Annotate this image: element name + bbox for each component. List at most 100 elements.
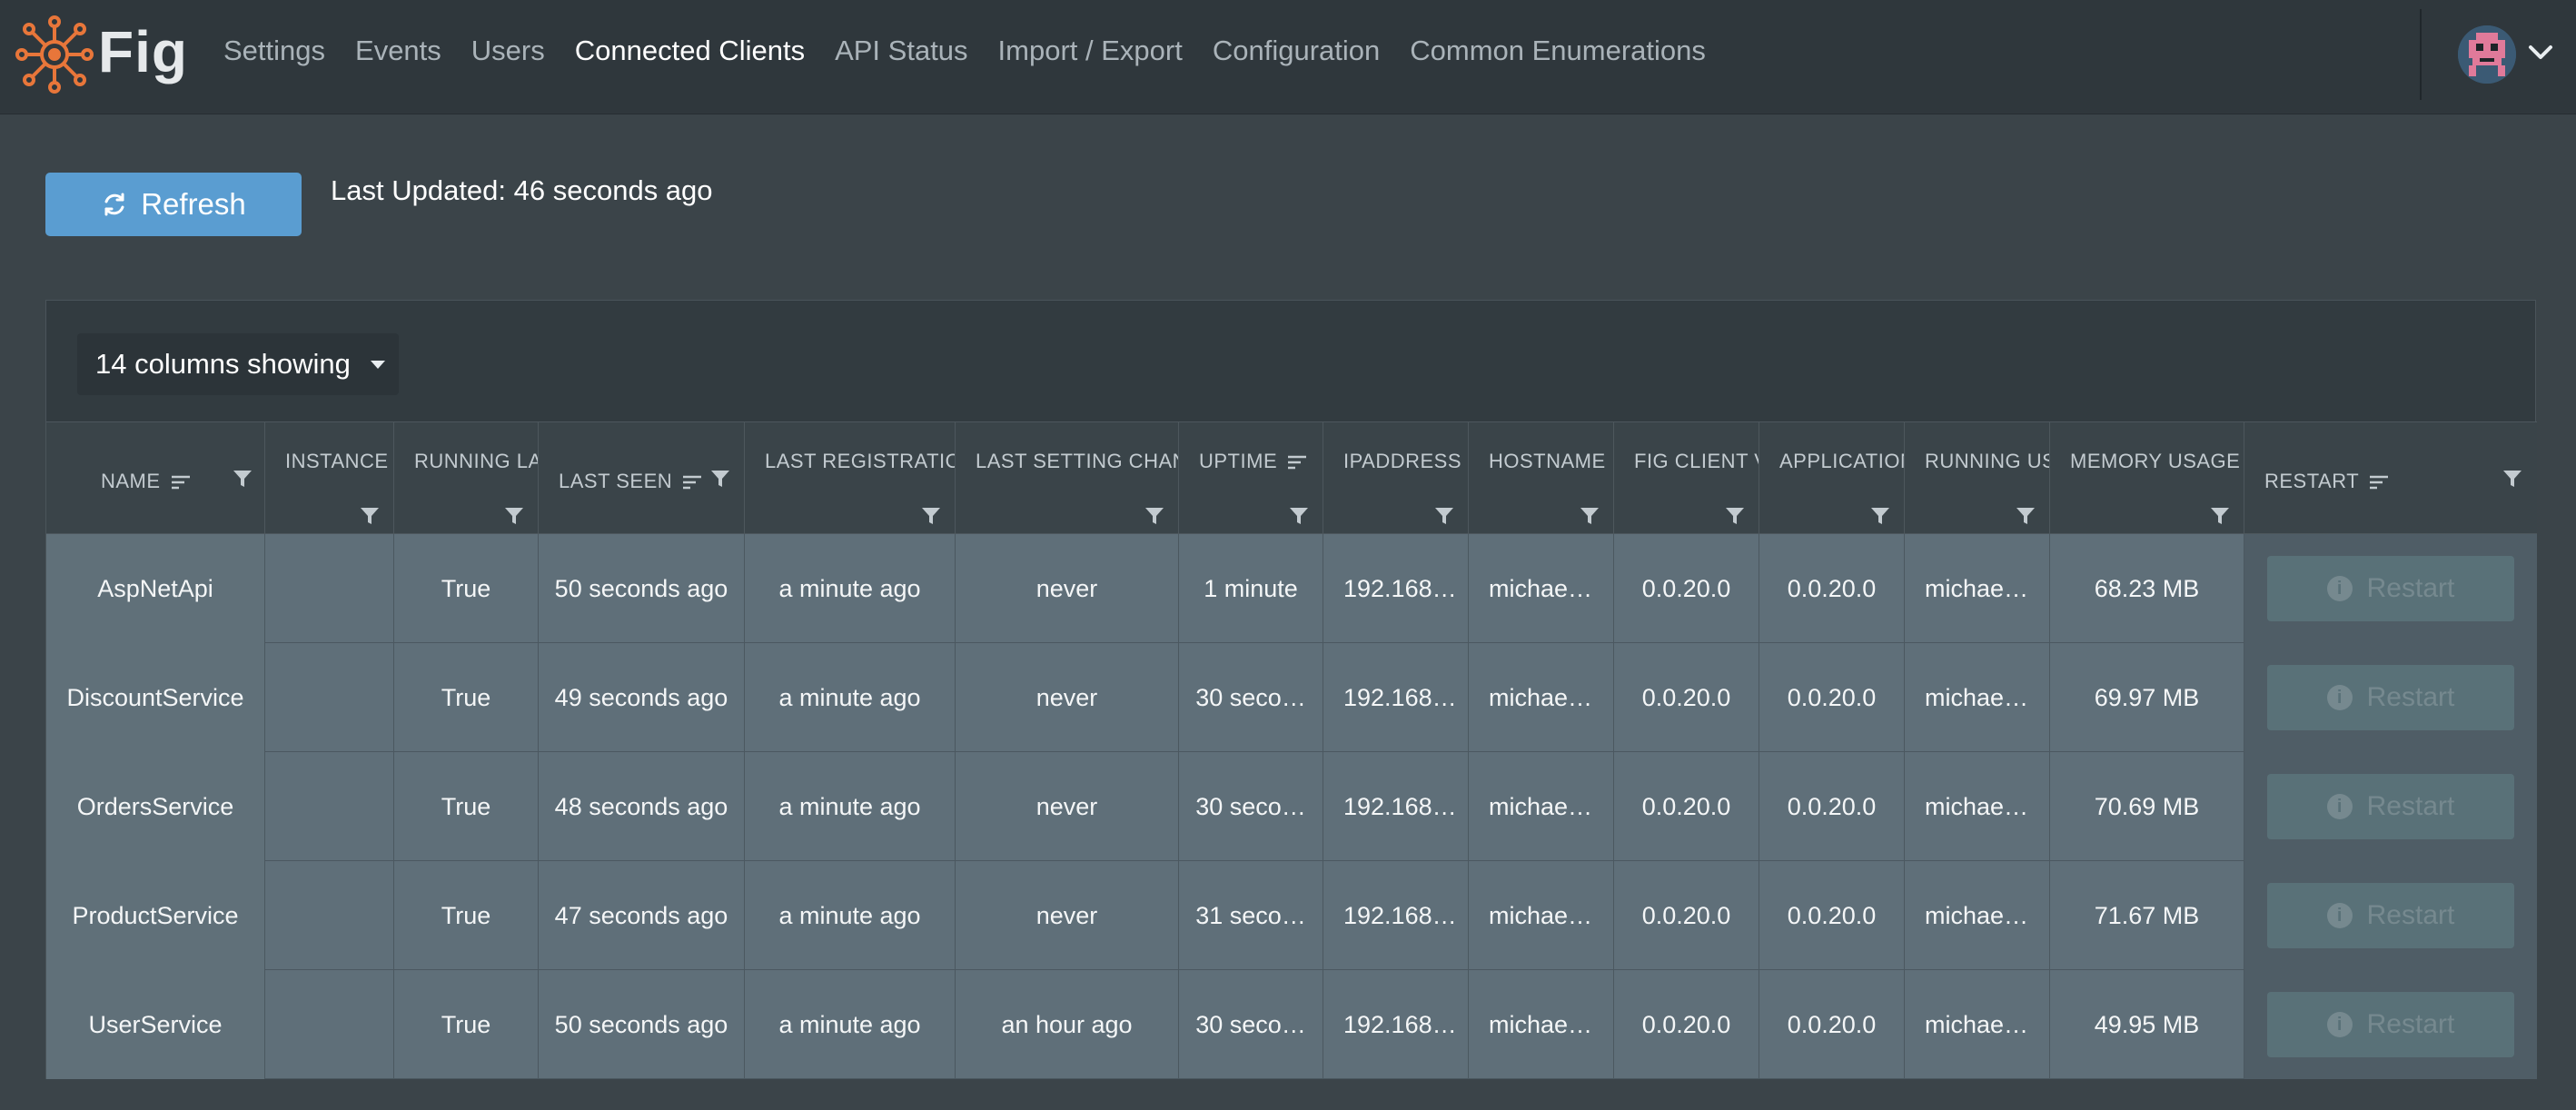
column-header-label: Running Lat [414, 450, 538, 473]
refresh-icon [104, 193, 124, 216]
cell-last-registration: a minute ago [745, 970, 956, 1079]
table-row[interactable]: DiscountService True 49 seconds ago a minut… [46, 643, 2537, 752]
nav-users[interactable]: Users [471, 35, 545, 67]
column-header-running-latest[interactable]: Running Lat [394, 422, 539, 535]
user-avatar[interactable] [2458, 25, 2516, 84]
column-header-last-registration[interactable]: Last Registration [745, 422, 956, 535]
filter-icon[interactable] [1434, 506, 1454, 526]
restart-button-label: Restart [2366, 573, 2455, 603]
cell-running-latest: True [394, 861, 539, 970]
filter-icon[interactable] [1580, 506, 1600, 526]
cell-last-setting-change: never [956, 643, 1179, 752]
filter-icon[interactable] [1144, 506, 1164, 526]
cell-restart: i Restart [2244, 752, 2537, 861]
column-header-instance[interactable]: Instance [265, 422, 394, 535]
restart-button[interactable]: i Restart [2267, 774, 2514, 839]
column-header-label: Hostname [1489, 450, 1613, 473]
filter-icon[interactable] [360, 506, 380, 526]
cell-instance [265, 752, 394, 861]
column-header-last-seen[interactable]: Last Seen [539, 422, 745, 535]
cell-last-seen: 47 seconds ago [539, 861, 745, 970]
filter-icon[interactable] [1725, 506, 1745, 526]
sort-icon[interactable] [170, 474, 192, 491]
cell-last-registration: a minute ago [745, 643, 956, 752]
main-nav: Settings Events Users Connected Clients … [223, 35, 1736, 67]
column-header-running-user[interactable]: Running Use [1905, 422, 2050, 535]
cell-last-seen: 49 seconds ago [539, 643, 745, 752]
filter-icon[interactable] [2502, 469, 2522, 489]
filter-icon[interactable] [233, 469, 253, 489]
column-header-ip-address[interactable]: IPAddress [1323, 422, 1469, 535]
column-header-restart[interactable]: Restart [2244, 422, 2537, 535]
cell-running-user: michae… [1905, 861, 2050, 970]
filter-icon[interactable] [921, 506, 941, 526]
column-header-fig-client-version[interactable]: Fig Client Ve [1614, 422, 1759, 535]
column-header-application-version[interactable]: Application [1759, 422, 1905, 535]
cell-hostname: michae… [1469, 643, 1614, 752]
column-header-text: Running Use [1925, 450, 2049, 472]
restart-button[interactable]: i Restart [2267, 556, 2514, 621]
cell-last-registration: a minute ago [745, 534, 956, 643]
nav-settings[interactable]: Settings [223, 35, 325, 67]
filter-icon[interactable] [1289, 506, 1309, 526]
column-header-text: Name [101, 470, 161, 492]
restart-button[interactable]: i Restart [2267, 883, 2514, 948]
filter-icon[interactable] [2210, 506, 2230, 526]
cell-memory-usage: 70.69 MB [2050, 752, 2244, 861]
info-icon: i [2326, 794, 2353, 819]
filter-icon[interactable] [504, 506, 524, 526]
column-header-label: Name [101, 470, 192, 493]
restart-button[interactable]: i Restart [2267, 665, 2514, 730]
cell-restart: i Restart [2244, 643, 2537, 752]
table-row[interactable]: OrdersService True 48 seconds ago a minute … [46, 752, 2537, 861]
columns-showing-dropdown[interactable]: 14 columns showing [77, 333, 399, 395]
column-header-label: Memory Usage [2070, 450, 2244, 473]
column-header-uptime[interactable]: Uptime [1179, 422, 1323, 535]
nav-common-enumerations[interactable]: Common Enumerations [1410, 35, 1706, 67]
nav-connected-clients[interactable]: Connected Clients [575, 35, 805, 67]
info-icon: i [2326, 903, 2353, 928]
nav-import-export[interactable]: Import / Export [998, 35, 1183, 67]
cell-hostname: michae… [1469, 752, 1614, 861]
sort-icon[interactable] [681, 474, 703, 491]
column-header-label: Application [1779, 450, 1904, 473]
nav-configuration[interactable]: Configuration [1213, 35, 1380, 67]
cell-last-registration: a minute ago [745, 861, 956, 970]
info-icon: i [2326, 1012, 2353, 1037]
column-header-text: Restart [2264, 470, 2360, 492]
cell-fig-client-version: 0.0.20.0 [1614, 970, 1759, 1079]
cell-restart: i Restart [2244, 534, 2537, 643]
cell-uptime: 31 seco… [1179, 861, 1323, 970]
sort-icon[interactable] [1286, 454, 1308, 471]
table-row[interactable]: AspNetApi True 50 seconds ago a minute ago n… [46, 534, 2537, 643]
table-row[interactable]: ProductService True 47 seconds ago a minute… [46, 861, 2537, 970]
fig-logo-icon[interactable] [15, 15, 94, 94]
column-header-text: Fig Client Ve [1634, 450, 1759, 472]
filter-icon[interactable] [2016, 506, 2036, 526]
column-header-label: Last Seen [559, 470, 703, 493]
nav-events[interactable]: Events [355, 35, 441, 67]
cell-instance [265, 643, 394, 752]
restart-button[interactable]: i Restart [2267, 992, 2514, 1057]
cell-hostname: michae… [1469, 861, 1614, 970]
restart-button-label: Restart [2366, 900, 2455, 930]
nav-api-status[interactable]: API Status [835, 35, 967, 67]
filter-icon[interactable] [710, 469, 730, 489]
cell-hostname: michae… [1469, 534, 1614, 643]
filter-icon[interactable] [1870, 506, 1890, 526]
table-row[interactable]: UserService True 50 seconds ago a minute ag… [46, 970, 2537, 1079]
column-header-hostname[interactable]: Hostname [1469, 422, 1614, 535]
restart-button-label: Restart [2366, 682, 2455, 712]
brand-name[interactable]: Fig [98, 18, 188, 85]
cell-application-version: 0.0.20.0 [1759, 643, 1905, 752]
column-header-text: Last Registration [765, 450, 956, 472]
refresh-button[interactable]: Refresh [45, 173, 302, 236]
column-header-memory-usage[interactable]: Memory Usage [2050, 422, 2244, 535]
column-header-label: IPAddress [1343, 450, 1468, 473]
column-header-label: Running Use [1925, 450, 2049, 473]
cell-fig-client-version: 0.0.20.0 [1614, 752, 1759, 861]
column-header-name[interactable]: Name [46, 422, 265, 535]
sort-icon[interactable] [2368, 474, 2390, 491]
chevron-down-icon[interactable] [2525, 36, 2556, 67]
column-header-last-setting-change[interactable]: Last Setting Change [956, 422, 1179, 535]
